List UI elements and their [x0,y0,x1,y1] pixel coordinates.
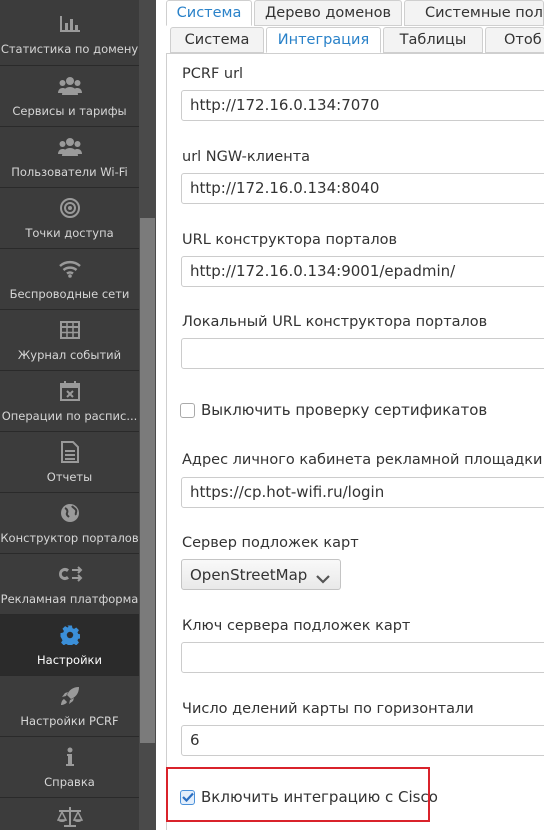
map-grid-label: Число делений карты по горизонтали [182,701,474,717]
sidebar-item-label: Настройки PCRF [20,713,119,728]
sidebar-item-label: Статистика по домену [0,42,139,56]
sidebar-item-wifi-users[interactable]: Пользователи Wi-Fi [0,127,139,188]
tab-tables[interactable]: Таблицы [383,27,483,53]
bar-chart-icon [59,13,81,35]
sidebar-item-help[interactable]: Справка [0,737,139,798]
scrollbar-thumb[interactable] [140,218,155,743]
tab-system[interactable]: Система [166,0,252,26]
calendar-icon [59,380,80,402]
tab-system-users[interactable]: Системные поль... [404,0,544,26]
sidebar-item-label: Настройки [37,652,102,667]
sidebar-item-label: Конструктор порталов [0,530,139,545]
local-portal-url-label: Локальный URL конструктора порталов [182,314,488,330]
sidebar-item-label: Журнал событий [17,347,122,362]
ad-cabinet-label: Адрес личного кабинета рекламной площадк… [182,452,543,468]
sidebar-item-pcrf-settings[interactable]: Настройки PCRF [0,676,139,737]
ngw-url-label: url NGW-клиента [182,149,311,165]
sidebar-item-label: Операции по распис... [1,408,138,423]
info-icon [65,746,75,768]
tab-domain-tree[interactable]: Дерево доменов [254,0,402,26]
sidebar: Статистика по домену Сервисы и тарифы По… [0,0,139,830]
map-server-value: OpenStreetMap [190,565,308,584]
sidebar-scrollbar[interactable] [139,0,156,830]
map-server-select[interactable]: OpenStreetMap [181,559,341,590]
ngw-url-input[interactable]: http://172.16.0.134:8040 [181,173,544,204]
sidebar-item-reports[interactable]: Отчеты [0,432,139,493]
document-icon [60,440,79,463]
sidebar-item-ad-platform[interactable]: Рекламная платформа [0,554,139,615]
tab-sub-system[interactable]: Система [170,27,264,53]
chevron-down-icon [316,570,330,588]
map-key-label: Ключ сервера подложек карт [182,618,411,634]
sidebar-item-label: Рекламная платформа [0,591,139,606]
local-portal-url-input[interactable] [181,338,544,369]
map-server-label: Сервер подложек карт [182,535,359,551]
sidebar-item-label: Справка [44,774,95,789]
sidebar-item-settings[interactable]: Настройки [0,615,139,676]
tab-display[interactable]: Отоб [485,27,544,53]
sidebar-item-portal-builder[interactable]: Конструктор порталов [0,493,139,554]
sidebar-item-label: Точки доступа [25,225,114,240]
disable-cert-checkbox[interactable] [180,402,195,418]
sidebar-item-legal[interactable] [0,798,139,830]
pcrf-url-label: PCRF url [182,66,244,82]
rocket-icon [60,685,80,707]
sidebar-item-services[interactable]: Сервисы и тарифы [0,66,139,127]
sidebar-item-label: Беспроводные сети [9,286,130,301]
map-key-input[interactable] [181,642,544,673]
pcrf-url-input[interactable]: http://172.16.0.134:7070 [181,90,544,121]
highlight-annotation [166,767,430,822]
sidebar-item-wireless[interactable]: Беспроводные сети [0,249,139,310]
users-icon [57,136,82,158]
ad-platform-icon [57,563,83,585]
globe-icon [60,502,80,524]
sidebar-item-label: Сервисы и тарифы [12,103,127,118]
sidebar-item-event-log[interactable]: Журнал событий [0,310,139,371]
map-grid-input[interactable]: 6 [181,725,544,756]
table-icon [59,319,80,341]
target-icon [59,197,80,219]
ad-cabinet-input[interactable]: https://cp.hot-wifi.ru/login [181,477,544,508]
disable-cert-label: Выключить проверку сертификатов [201,401,488,419]
tabs-primary: Система Дерево доменов Системные поль... [156,0,544,27]
scales-icon [56,806,83,828]
wifi-icon [58,258,81,280]
sidebar-item-label: Пользователи Wi-Fi [11,164,128,179]
main-content: Система Дерево доменов Системные поль...… [156,0,544,830]
sidebar-item-domain-stats[interactable]: Статистика по домену [0,0,139,66]
disable-cert-check-row[interactable]: Выключить проверку сертификатов [180,401,487,419]
sidebar-item-label: Отчеты [46,469,93,484]
gear-icon [60,624,80,646]
tab-integration[interactable]: Интеграция [266,27,381,53]
sidebar-item-access-points[interactable]: Точки доступа [0,188,139,249]
portal-builder-url-input[interactable]: http://172.16.0.134:9001/epadmin/ [181,256,544,287]
portal-builder-url-label: URL конструктора порталов [182,232,398,248]
users-icon [57,75,82,97]
sidebar-item-scheduled-ops[interactable]: Операции по распис... [0,371,139,432]
tabs-secondary: Система Интеграция Таблицы Отоб [156,27,544,54]
